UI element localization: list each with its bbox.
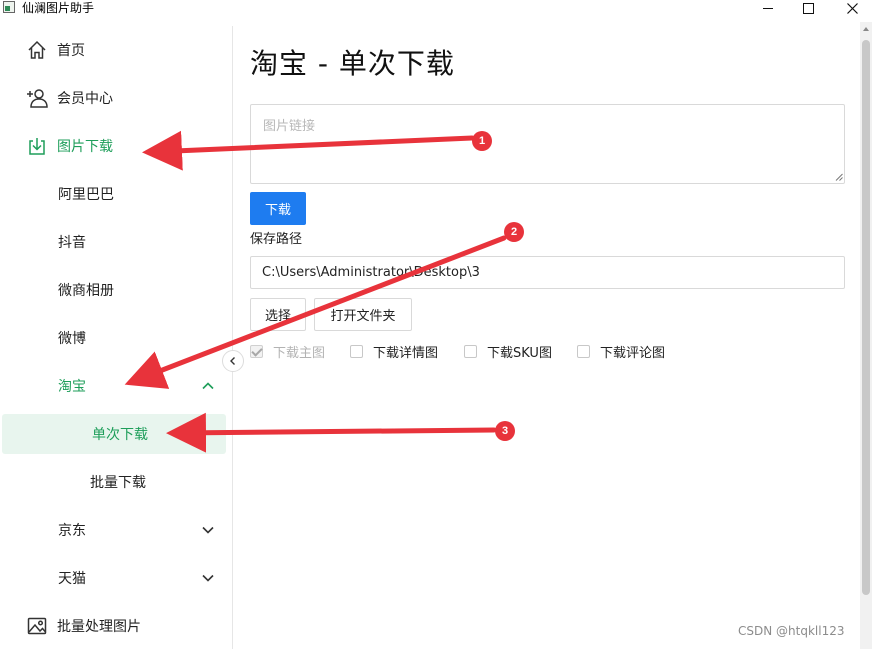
option-sku-images[interactable]: 下载SKU图 <box>464 342 552 361</box>
image-icon <box>26 615 48 637</box>
minimize-button[interactable] <box>748 0 788 16</box>
sidebar: 首页 会员中心 图片下载 阿里巴巴 抖音 微商相册 微博 淘宝 单次下载 批量下… <box>0 26 233 649</box>
checkbox[interactable] <box>577 344 590 358</box>
sidebar-item-label: 首页 <box>57 43 85 59</box>
select-folder-button[interactable]: 选择 <box>250 298 306 331</box>
checkbox[interactable] <box>250 344 263 358</box>
checkbox[interactable] <box>350 344 363 358</box>
download-button[interactable]: 下载 <box>250 192 306 225</box>
option-label: 下载评论图 <box>600 345 666 361</box>
sidebar-item-label: 图片下载 <box>57 139 113 155</box>
option-detail-images[interactable]: 下载详情图 <box>350 342 439 361</box>
annotation-badge-3: 3 <box>495 421 515 441</box>
watermark: CSDN @htqkll123 <box>738 624 845 638</box>
sidebar-item-image-download[interactable]: 图片下载 <box>0 126 226 166</box>
title-bar: 仙澜图片助手 <box>0 0 872 22</box>
minimize-icon <box>763 7 773 9</box>
option-label: 下载主图 <box>273 345 326 361</box>
annotation-badge-2: 2 <box>504 222 524 242</box>
scroll-up-arrow-icon[interactable] <box>861 24 871 34</box>
app-window: 仙澜图片助手 首页 会员中心 图片下载 阿里巴巴 抖音 微商相册 微博 淘宝 单… <box>0 0 872 649</box>
chevron-down-icon <box>202 574 214 582</box>
sidebar-item-label: 批量处理图片 <box>57 619 141 635</box>
sidebar-item-label: 天猫 <box>58 571 86 587</box>
option-label: 下载详情图 <box>373 345 439 361</box>
sidebar-item-single-download[interactable]: 单次下载 <box>2 414 226 454</box>
save-path-label: 保存路径 <box>250 232 303 247</box>
maximize-button[interactable] <box>788 0 828 16</box>
sidebar-item-label: 批量下载 <box>90 475 146 491</box>
sidebar-item-member-center[interactable]: 会员中心 <box>0 78 226 118</box>
save-path-input[interactable] <box>250 256 845 289</box>
resize-grip-icon[interactable] <box>835 173 843 181</box>
add-user-icon <box>26 87 48 109</box>
image-link-input[interactable] <box>250 104 845 184</box>
app-logo-icon <box>3 1 15 13</box>
page-title: 淘宝 - 单次下载 <box>250 47 455 80</box>
scrollbar-thumb[interactable] <box>862 40 870 595</box>
window-title: 仙澜图片助手 <box>22 1 95 15</box>
chevron-up-icon <box>202 382 214 390</box>
open-folder-button[interactable]: 打开文件夹 <box>314 298 412 331</box>
option-review-images[interactable]: 下载评论图 <box>577 342 666 361</box>
download-icon <box>26 135 48 157</box>
sidebar-item-label: 阿里巴巴 <box>58 187 114 203</box>
sidebar-item-taobao[interactable]: 淘宝 <box>0 366 226 406</box>
home-icon <box>26 39 48 61</box>
sidebar-item-label: 抖音 <box>58 235 86 251</box>
sidebar-item-label: 会员中心 <box>57 91 113 107</box>
sidebar-item-batch-download[interactable]: 批量下载 <box>0 462 226 502</box>
sidebar-item-label: 京东 <box>58 523 86 539</box>
sidebar-item-jingdong[interactable]: 京东 <box>0 510 226 550</box>
sidebar-item-home[interactable]: 首页 <box>0 30 226 70</box>
chevron-down-icon <box>202 526 214 534</box>
close-button[interactable] <box>832 0 872 16</box>
sidebar-item-weishang-album[interactable]: 微商相册 <box>0 270 226 310</box>
sidebar-item-tmall[interactable]: 天猫 <box>0 558 226 598</box>
checkbox[interactable] <box>464 344 477 358</box>
option-label: 下载SKU图 <box>487 345 552 361</box>
close-icon <box>846 2 858 14</box>
sidebar-item-batch-process-images[interactable]: 批量处理图片 <box>0 606 226 646</box>
sidebar-item-label: 微商相册 <box>58 283 114 299</box>
option-main-image[interactable]: 下载主图 <box>250 342 326 361</box>
sidebar-item-douyin[interactable]: 抖音 <box>0 222 226 262</box>
sidebar-item-label: 单次下载 <box>92 427 148 443</box>
sidebar-item-label: 淘宝 <box>58 379 86 395</box>
maximize-icon <box>802 2 814 14</box>
main-content: 淘宝 - 单次下载 下载 保存路径 选择 打开文件夹 下载主图 下载详情图 下载… <box>234 22 860 649</box>
sidebar-item-alibaba[interactable]: 阿里巴巴 <box>0 174 226 214</box>
sidebar-item-weibo[interactable]: 微博 <box>0 318 226 358</box>
sidebar-item-label: 微博 <box>58 331 86 347</box>
annotation-badge-1: 1 <box>472 131 492 151</box>
